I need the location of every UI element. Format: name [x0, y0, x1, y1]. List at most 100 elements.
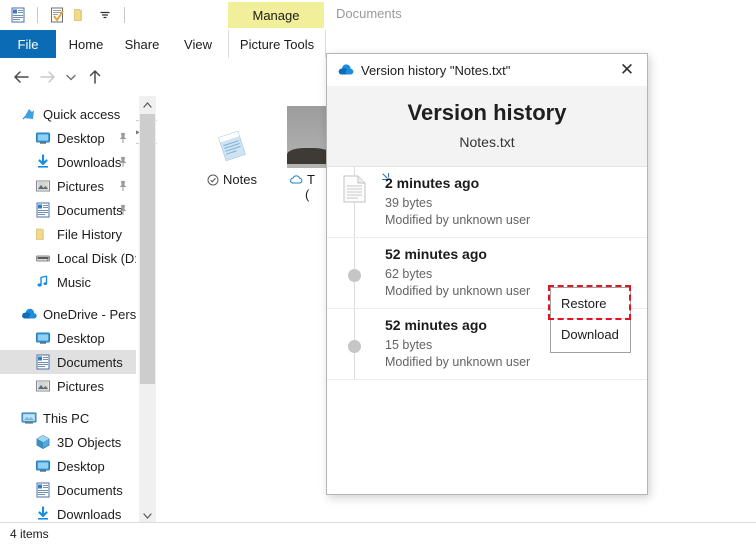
- sidebar-item-local-disk-d[interactable]: Local Disk (D:): [0, 246, 136, 270]
- up-button[interactable]: [84, 66, 106, 88]
- sidebar-item-label: Local Disk (D:): [57, 250, 136, 266]
- back-button[interactable]: [10, 66, 32, 88]
- dialog-titlebar[interactable]: Version history "Notes.txt" ✕: [327, 54, 647, 86]
- version-meta: 62 bytes Modified by unknown user: [385, 266, 530, 300]
- pin-icon[interactable]: [118, 132, 128, 144]
- drive-icon: [34, 249, 52, 267]
- new-folder-icon[interactable]: [71, 5, 91, 25]
- navigation-pane-scrollbar[interactable]: [139, 96, 156, 524]
- recent-locations-icon[interactable]: [60, 66, 82, 88]
- navigation-group-gap: [0, 398, 136, 406]
- timeline-dot: [348, 269, 361, 282]
- sidebar-item-documents[interactable]: Documents: [0, 198, 136, 222]
- tab-file[interactable]: File: [0, 30, 56, 58]
- list-item-label[interactable]: T: [307, 172, 315, 187]
- sidebar-item-label: File History: [57, 226, 123, 242]
- desktop-icon: [34, 457, 52, 475]
- pin-icon[interactable]: [118, 180, 128, 192]
- tab-share[interactable]: Share: [118, 30, 166, 58]
- downloads-icon: [34, 153, 52, 171]
- sidebar-item-quick-access[interactable]: Quick access: [0, 102, 136, 126]
- sidebar-item-file-history[interactable]: File History: [0, 222, 136, 246]
- onedrive-cloud-icon: [20, 305, 38, 323]
- sidebar-item-documents[interactable]: Documents: [0, 478, 136, 502]
- forward-button[interactable]: [36, 66, 58, 88]
- documents-icon: [34, 201, 52, 219]
- sidebar-item-label: 3D Objects: [57, 434, 122, 450]
- version-history-dialog: Version history "Notes.txt" ✕ Version hi…: [326, 53, 648, 495]
- this-pc-icon: [20, 409, 38, 427]
- documents-icon: [34, 481, 52, 499]
- documents-icon[interactable]: [8, 5, 28, 25]
- version-modified-by: Modified by unknown user: [385, 212, 531, 227]
- folder-icon: [34, 225, 52, 243]
- version-info: 2 minutes ago 39 bytes Modified by unknown…: [385, 175, 530, 229]
- sidebar-item-label: This PC: [43, 410, 90, 426]
- sidebar-item-label: Desktop: [57, 458, 105, 474]
- navigation-group-gap: [0, 294, 136, 302]
- version-context-menu[interactable]: Restore Download: [550, 287, 631, 353]
- sidebar-item-desktop[interactable]: Desktop: [0, 126, 136, 150]
- sidebar-item-this-pc[interactable]: This PC: [0, 406, 136, 430]
- version-meta: 39 bytes Modified by unknown user: [385, 195, 530, 229]
- tab-picture-tools[interactable]: Picture Tools: [228, 30, 326, 58]
- item-count-label: 4 items: [10, 526, 49, 541]
- version-info: 52 minutes ago 62 bytes Modified by unknow…: [385, 246, 530, 300]
- desktop-icon: [34, 129, 52, 147]
- navigation-pane[interactable]: Quick access Desktop Downloads Pictures Docu…: [0, 96, 136, 524]
- cloud-only-icon: [289, 174, 303, 185]
- list-item-label[interactable]: Notes: [223, 172, 257, 187]
- desktop-icon: [34, 329, 52, 347]
- documents-icon: [34, 353, 52, 371]
- list-item: Notes: [177, 106, 287, 187]
- notepad-file-icon[interactable]: [177, 106, 287, 166]
- restore-menu-item[interactable]: Restore: [551, 288, 630, 319]
- sidebar-item-label: Pictures: [57, 378, 104, 394]
- sidebar-item-onedrive-personal[interactable]: OneDrive - Personal: [0, 302, 136, 326]
- sidebar-item-downloads[interactable]: Downloads: [0, 150, 136, 174]
- version-meta: 15 bytes Modified by unknown user: [385, 337, 530, 371]
- version-modified-by: Modified by unknown user: [385, 283, 531, 298]
- pin-icon[interactable]: [118, 204, 128, 216]
- version-size: 62 bytes: [385, 267, 433, 281]
- sidebar-item-documents[interactable]: Documents: [0, 350, 136, 374]
- sidebar-item-pictures[interactable]: Pictures: [0, 174, 136, 198]
- sidebar-item-label: Pictures: [57, 178, 104, 194]
- sidebar-item-label: Documents: [57, 482, 123, 498]
- contextual-tab-group-manage[interactable]: Manage: [228, 2, 324, 28]
- sidebar-item-downloads[interactable]: Downloads: [0, 502, 136, 524]
- sync-check-icon: [207, 174, 219, 186]
- close-icon[interactable]: ✕: [607, 54, 647, 86]
- scrollbar-thumb[interactable]: [140, 114, 155, 384]
- version-info: 52 minutes ago 15 bytes Modified by unknow…: [385, 317, 530, 371]
- tab-view[interactable]: View: [176, 30, 220, 58]
- sidebar-item-desktop[interactable]: Desktop: [0, 454, 136, 478]
- pin-icon[interactable]: [118, 156, 128, 168]
- file-explorer-window: Manage Documents File Home Share View Pi…: [0, 0, 756, 544]
- pictures-icon: [34, 177, 52, 195]
- timeline-dot: [348, 340, 361, 353]
- properties-icon[interactable]: [47, 5, 67, 25]
- sidebar-item-pictures[interactable]: Pictures: [0, 374, 136, 398]
- quick-access-star-icon: [20, 105, 38, 123]
- status-bar: 4 items: [0, 522, 756, 544]
- version-timestamp: 52 minutes ago: [385, 317, 487, 333]
- page-title: Version history: [407, 100, 567, 125]
- sidebar-item-desktop[interactable]: Desktop: [0, 326, 136, 350]
- sidebar-item-label: Downloads: [57, 154, 122, 170]
- sidebar-item-music[interactable]: Music: [0, 270, 136, 294]
- customize-qat-icon[interactable]: [95, 5, 115, 25]
- sidebar-item-3d-objects[interactable]: 3D Objects: [0, 430, 136, 454]
- 3d-objects-icon: [34, 433, 52, 451]
- quick-access-toolbar: Manage Documents: [0, 0, 756, 30]
- version-list-item[interactable]: 2 minutes ago 39 bytes Modified by unknown…: [327, 167, 647, 238]
- window-title: Documents: [336, 6, 402, 21]
- dialog-subtitle: Notes.txt: [459, 134, 515, 150]
- toolbar-separator-1: [37, 7, 38, 23]
- tab-home[interactable]: Home: [62, 30, 110, 58]
- download-menu-item[interactable]: Download: [551, 319, 630, 350]
- scroll-up-icon[interactable]: [139, 96, 156, 113]
- sidebar-item-label: OneDrive - Personal: [43, 306, 136, 322]
- sidebar-item-label: Documents: [57, 354, 123, 370]
- version-timestamp: 2 minutes ago: [385, 175, 480, 191]
